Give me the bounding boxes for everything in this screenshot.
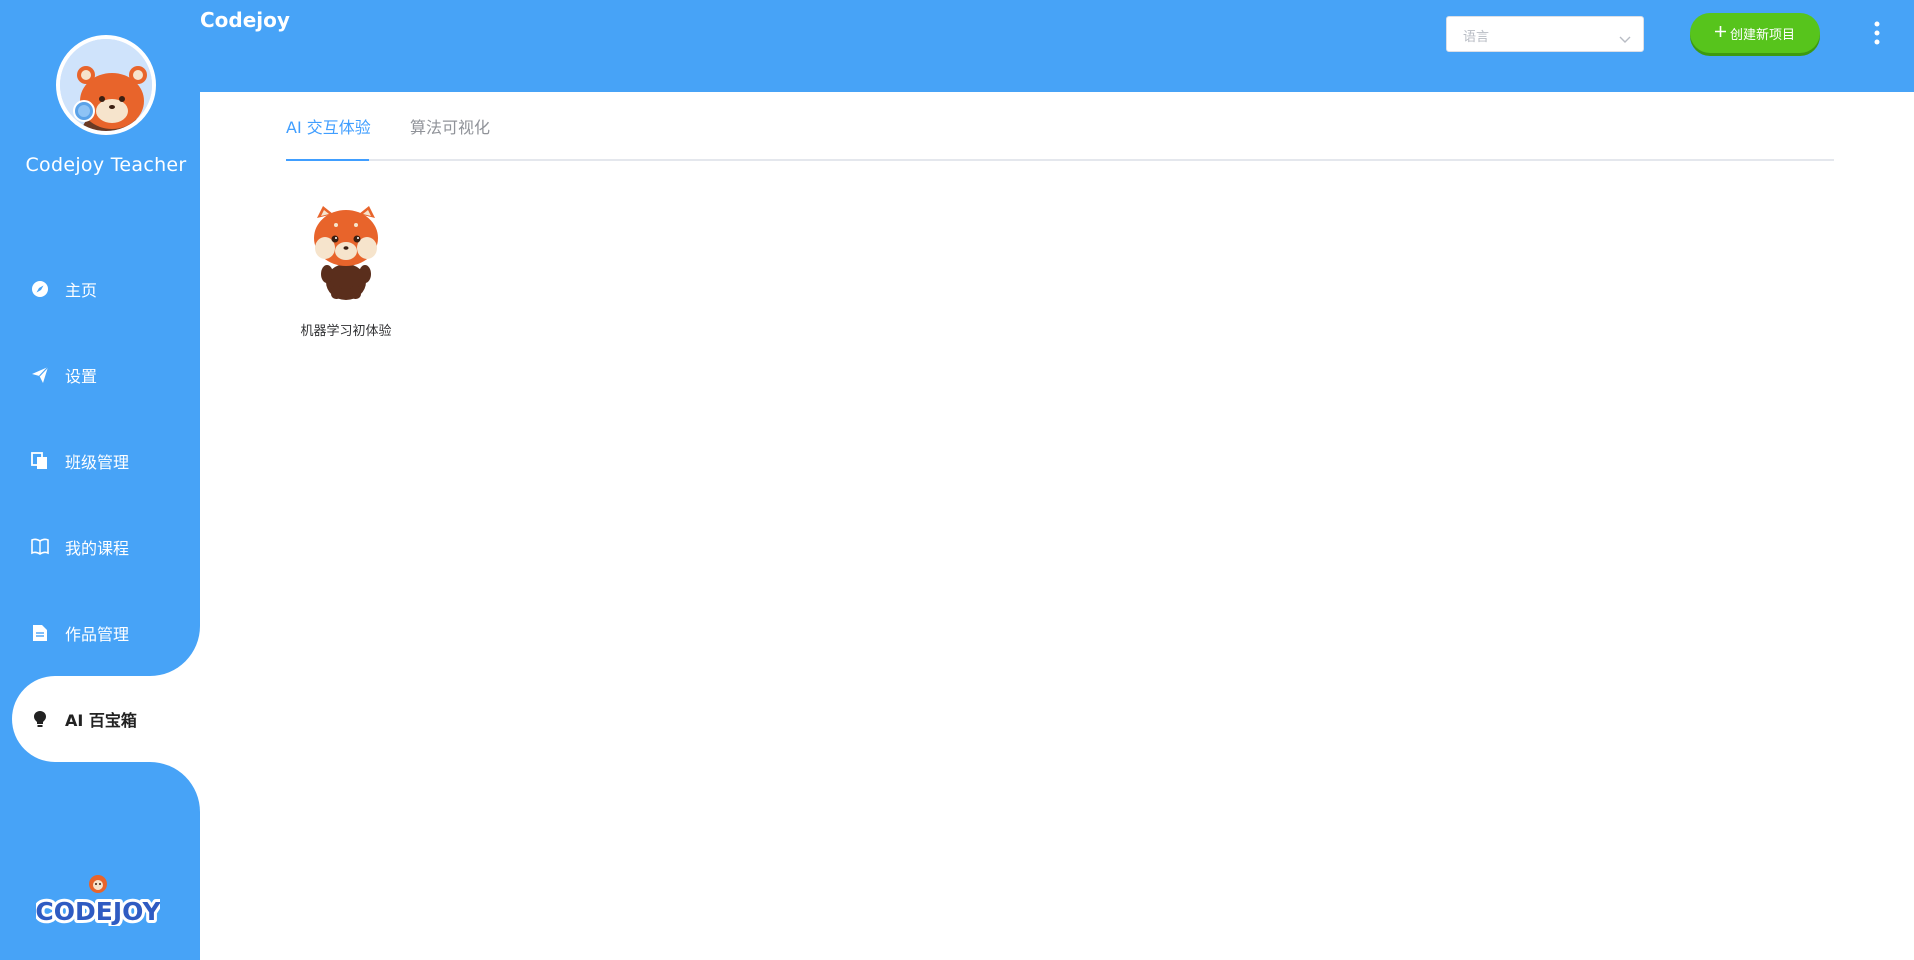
bulb-icon xyxy=(30,709,50,729)
language-select-placeholder: 语言 xyxy=(1463,30,1490,45)
plus-icon xyxy=(1714,25,1726,41)
sidebar-item-ai-toolbox[interactable]: AI 百宝箱 xyxy=(12,676,200,762)
main-content: AI 交互体验 算法可视化 机器学习初体验 xyxy=(286,92,1836,960)
tab-ai-interactive[interactable]: AI 交互体验 xyxy=(286,118,371,161)
book-icon xyxy=(30,537,50,557)
sidebar-item-label: 班级管理 xyxy=(65,453,130,472)
red-panda-avatar-icon xyxy=(60,39,152,131)
project-card-label: 机器学习初体验 xyxy=(300,324,392,339)
sidebar-item-label: AI 百宝箱 xyxy=(65,711,137,730)
compass-icon xyxy=(30,279,50,299)
file-text-icon xyxy=(30,623,50,643)
svg-text:CODEJOY: CODEJOY xyxy=(36,897,160,926)
sidebar-item-my-courses[interactable]: 我的课程 xyxy=(0,504,200,590)
user-name: Codejoy Teacher xyxy=(25,154,187,176)
codejoy-logo[interactable]: CODEJOY CODEJOY xyxy=(32,872,164,929)
sidebar-item-label: 作品管理 xyxy=(65,625,130,644)
active-tab-indicator xyxy=(286,159,369,161)
more-options-button[interactable] xyxy=(1870,20,1884,46)
app-title: Codejoy xyxy=(200,8,290,32)
red-panda-mascot-icon xyxy=(311,204,381,300)
copy-icon xyxy=(30,451,50,471)
sidebar-item-label: 我的课程 xyxy=(65,539,130,558)
sidebar: Codejoy Teacher 主页 设置 班级管理 我的课程 作品管理 AI … xyxy=(0,0,200,960)
avatar[interactable] xyxy=(56,35,156,135)
sidebar-item-settings[interactable]: 设置 xyxy=(0,332,200,418)
create-project-label: 创建新项目 xyxy=(1729,27,1795,43)
top-header: Codejoy 语言 创建新项目 xyxy=(200,0,1914,92)
sidebar-item-home[interactable]: 主页 xyxy=(0,246,200,332)
project-card[interactable]: 机器学习初体验 xyxy=(286,204,406,339)
tab-label: AI 交互体验 xyxy=(286,118,371,137)
tab-label: 算法可视化 xyxy=(410,118,491,137)
language-select[interactable]: 语言 xyxy=(1446,16,1644,52)
tab-bar: AI 交互体验 算法可视化 xyxy=(286,118,1834,161)
tab-algorithm-visualization[interactable]: 算法可视化 xyxy=(410,118,490,161)
paper-plane-icon xyxy=(30,365,50,385)
sidebar-item-class-management[interactable]: 班级管理 xyxy=(0,418,200,504)
sidebar-item-label: 设置 xyxy=(65,367,98,386)
active-tab-curve-bottom xyxy=(150,762,200,812)
create-project-button[interactable]: 创建新项目 xyxy=(1690,13,1820,53)
active-tab-curve-top xyxy=(150,626,200,676)
chevron-down-icon xyxy=(1619,29,1631,48)
sidebar-item-label: 主页 xyxy=(65,281,98,300)
vertical-dots-icon xyxy=(1874,21,1880,45)
